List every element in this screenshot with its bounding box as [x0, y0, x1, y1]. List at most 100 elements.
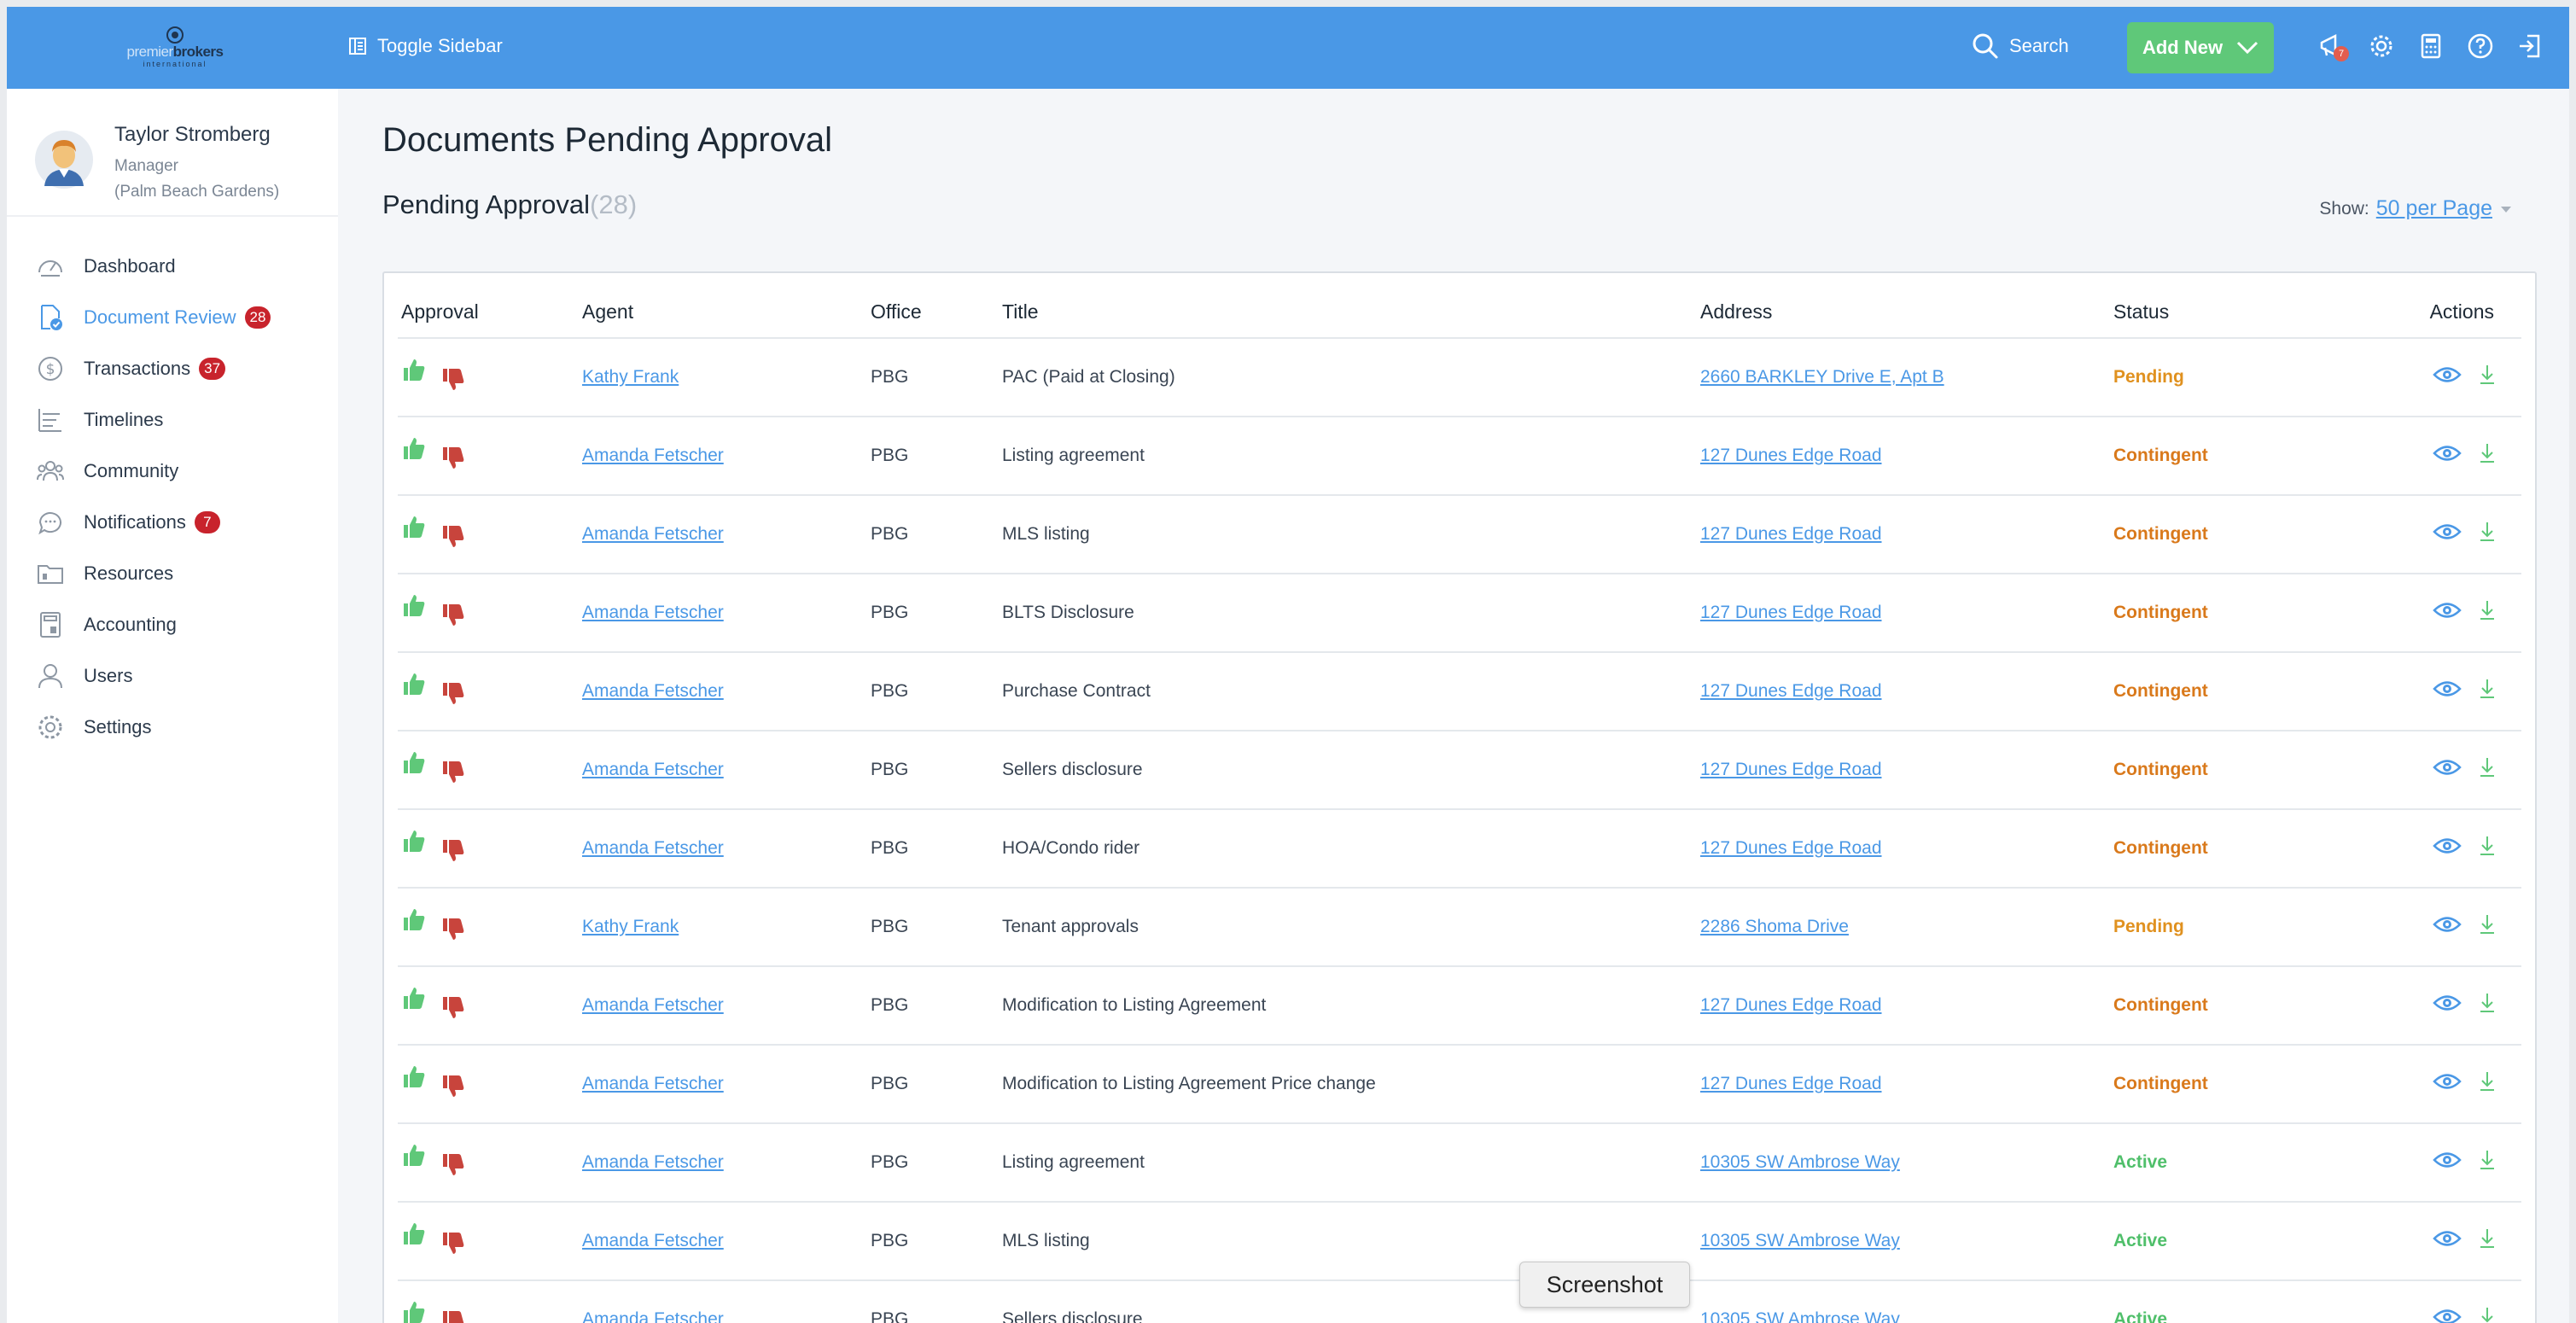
column-header-status[interactable]: Status — [2110, 287, 2366, 339]
view-button[interactable] — [2433, 444, 2462, 468]
sidebar-item-dashboard[interactable]: Dashboard — [7, 241, 338, 292]
approve-button[interactable] — [401, 749, 427, 780]
reject-button[interactable] — [440, 917, 466, 947]
column-header-office[interactable]: Office — [867, 287, 999, 339]
agent-link[interactable]: Amanda Fetscher — [582, 524, 724, 544]
approve-button[interactable] — [401, 985, 427, 1016]
sidebar-item-document-review[interactable]: Document Review 28 — [7, 292, 338, 343]
address-link[interactable]: 2286 Shoma Drive — [1700, 917, 1849, 936]
search-button[interactable]: Search — [1972, 29, 2069, 63]
view-button[interactable] — [2433, 994, 2462, 1017]
page-size-select[interactable]: 50 per Page — [2376, 196, 2492, 221]
address-link[interactable]: 127 Dunes Edge Road — [1700, 760, 1882, 779]
approve-button[interactable] — [401, 1221, 427, 1251]
approve-button[interactable] — [401, 671, 427, 702]
agent-link[interactable]: Amanda Fetscher — [582, 760, 724, 779]
help-button[interactable] — [2465, 31, 2496, 61]
view-button[interactable] — [2433, 1151, 2462, 1174]
reject-button[interactable] — [440, 1309, 466, 1323]
company-logo[interactable]: premierbrokers international — [119, 26, 230, 73]
approve-button[interactable] — [401, 1142, 427, 1173]
reject-button[interactable] — [440, 760, 466, 790]
agent-link[interactable]: Amanda Fetscher — [582, 1231, 724, 1250]
sidebar-item-community[interactable]: Community — [7, 446, 338, 497]
address-link[interactable]: 2660 BARKLEY Drive E, Apt B — [1700, 367, 1944, 387]
download-button[interactable] — [2479, 992, 2496, 1019]
sidebar-item-timelines[interactable]: Timelines — [7, 394, 338, 446]
approve-button[interactable] — [401, 592, 427, 623]
view-button[interactable] — [2433, 915, 2462, 939]
agent-link[interactable]: Kathy Frank — [582, 917, 679, 936]
sidebar-item-resources[interactable]: Resources — [7, 548, 338, 599]
reject-button[interactable] — [440, 1074, 466, 1104]
view-button[interactable] — [2433, 836, 2462, 860]
view-button[interactable] — [2433, 1229, 2462, 1253]
approve-button[interactable] — [401, 906, 427, 937]
view-button[interactable] — [2433, 1072, 2462, 1096]
download-button[interactable] — [2479, 1306, 2496, 1323]
view-button[interactable] — [2433, 1308, 2462, 1323]
view-button[interactable] — [2433, 601, 2462, 625]
download-button[interactable] — [2479, 756, 2496, 784]
sidebar-item-users[interactable]: Users — [7, 650, 338, 702]
reject-button[interactable] — [440, 1231, 466, 1262]
download-button[interactable] — [2479, 1149, 2496, 1176]
address-link[interactable]: 127 Dunes Edge Road — [1700, 524, 1882, 544]
approve-button[interactable] — [401, 357, 427, 388]
address-link[interactable]: 10305 SW Ambrose Way — [1700, 1309, 1900, 1323]
agent-link[interactable]: Amanda Fetscher — [582, 603, 724, 622]
download-button[interactable] — [2479, 521, 2496, 548]
view-button[interactable] — [2433, 758, 2462, 782]
download-button[interactable] — [2479, 599, 2496, 627]
address-link[interactable]: 127 Dunes Edge Road — [1700, 681, 1882, 701]
reject-button[interactable] — [440, 603, 466, 633]
download-button[interactable] — [2479, 364, 2496, 391]
download-button[interactable] — [2479, 442, 2496, 469]
approve-button[interactable] — [401, 828, 427, 859]
address-link[interactable]: 127 Dunes Edge Road — [1700, 603, 1882, 622]
view-button[interactable] — [2433, 365, 2462, 389]
download-button[interactable] — [2479, 678, 2496, 705]
address-link[interactable]: 127 Dunes Edge Road — [1700, 1074, 1882, 1093]
address-link[interactable]: 127 Dunes Edge Road — [1700, 446, 1882, 465]
sidebar-item-accounting[interactable]: Accounting — [7, 599, 338, 650]
address-link[interactable]: 10305 SW Ambrose Way — [1700, 1231, 1900, 1250]
agent-link[interactable]: Amanda Fetscher — [582, 838, 724, 858]
download-button[interactable] — [2479, 913, 2496, 941]
agent-link[interactable]: Amanda Fetscher — [582, 681, 724, 701]
agent-link[interactable]: Amanda Fetscher — [582, 1152, 724, 1172]
approve-button[interactable] — [401, 435, 427, 466]
approve-button[interactable] — [401, 1299, 427, 1323]
reject-button[interactable] — [440, 1152, 466, 1183]
sidebar-item-transactions[interactable]: $ Transactions 37 — [7, 343, 338, 394]
agent-link[interactable]: Amanda Fetscher — [582, 1074, 724, 1093]
reject-button[interactable] — [440, 367, 466, 398]
download-button[interactable] — [2479, 835, 2496, 862]
settings-button[interactable] — [2366, 31, 2397, 61]
logout-button[interactable] — [2515, 31, 2545, 61]
address-link[interactable]: 127 Dunes Edge Road — [1700, 838, 1882, 858]
reject-button[interactable] — [440, 446, 466, 476]
address-link[interactable]: 10305 SW Ambrose Way — [1700, 1152, 1900, 1172]
address-link[interactable]: 127 Dunes Edge Road — [1700, 995, 1882, 1015]
agent-link[interactable]: Amanda Fetscher — [582, 446, 724, 465]
column-header-title[interactable]: Title — [999, 287, 1697, 339]
toggle-sidebar-button[interactable]: Toggle Sidebar — [348, 29, 503, 63]
sidebar-item-notifications[interactable]: Notifications 7 — [7, 497, 338, 548]
download-button[interactable] — [2479, 1227, 2496, 1255]
approve-button[interactable] — [401, 1064, 427, 1094]
agent-link[interactable]: Kathy Frank — [582, 367, 679, 387]
reject-button[interactable] — [440, 524, 466, 555]
add-new-button[interactable]: Add New — [2127, 22, 2274, 73]
view-button[interactable] — [2433, 679, 2462, 703]
agent-link[interactable]: Amanda Fetscher — [582, 995, 724, 1015]
avatar[interactable] — [34, 130, 94, 189]
sidebar-item-settings[interactable]: Settings — [7, 702, 338, 753]
notifications-megaphone-button[interactable]: 7 — [2317, 31, 2349, 61]
caret-down-icon[interactable] — [2499, 205, 2513, 213]
column-header-agent[interactable]: Agent — [579, 287, 867, 339]
calculator-button[interactable] — [2416, 31, 2446, 61]
reject-button[interactable] — [440, 681, 466, 712]
download-button[interactable] — [2479, 1070, 2496, 1098]
reject-button[interactable] — [440, 995, 466, 1026]
